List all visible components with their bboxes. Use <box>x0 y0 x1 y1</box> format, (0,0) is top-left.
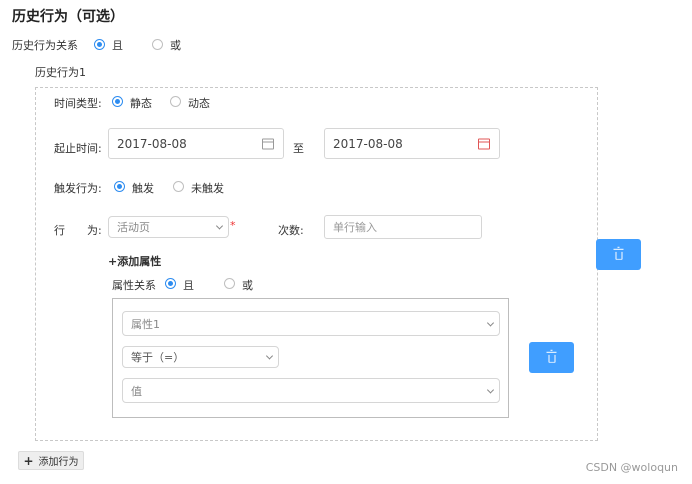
behavior-title: 历史行为1 <box>35 66 86 79</box>
attr-relation-or-radio[interactable] <box>224 278 235 289</box>
action-label: 行 为: <box>54 224 102 237</box>
chevron-down-icon <box>486 318 495 327</box>
chevron-down-icon <box>486 385 495 394</box>
trigger-yes-label[interactable]: 触发 <box>132 180 154 196</box>
trash-icon <box>613 246 623 260</box>
count-placeholder: 单行输入 <box>333 221 377 234</box>
delete-attribute-button[interactable] <box>529 342 574 373</box>
calendar-icon[interactable] <box>478 138 490 149</box>
end-date-input[interactable]: 2017-08-08 <box>324 128 500 159</box>
relation-label: 历史行为关系 <box>12 39 78 52</box>
trigger-label: 触发行为: <box>54 182 102 195</box>
end-date-value: 2017-08-08 <box>333 136 403 151</box>
time-type-dynamic-radio[interactable] <box>170 96 181 107</box>
plus-icon: + <box>23 453 34 468</box>
time-range-label: 起止时间: <box>54 142 102 155</box>
time-range-separator: 至 <box>293 142 304 155</box>
attribute-operator-value: 等于（=） <box>131 351 185 364</box>
watermark: CSDN @woloqun <box>585 461 678 474</box>
time-type-label: 时间类型: <box>54 97 102 110</box>
required-mark: * <box>230 219 236 232</box>
trigger-no-radio[interactable] <box>173 181 184 192</box>
attribute-value-value: 值 <box>131 384 142 398</box>
trash-icon <box>546 349 556 363</box>
attr-relation-and-label[interactable]: 且 <box>183 277 194 293</box>
relation-or-label[interactable]: 或 <box>170 37 181 53</box>
start-date-value: 2017-08-08 <box>117 136 187 151</box>
count-input[interactable]: 单行输入 <box>324 215 482 239</box>
attribute-operator-select[interactable]: 等于（=） <box>122 346 279 368</box>
attr-relation-label: 属性关系 <box>112 279 156 292</box>
time-type-dynamic-label[interactable]: 动态 <box>188 95 210 111</box>
time-type-static-label[interactable]: 静态 <box>130 95 152 111</box>
start-date-input[interactable]: 2017-08-08 <box>108 128 284 159</box>
attribute-value-select[interactable]: 值 <box>122 378 500 403</box>
count-label: 次数: <box>278 224 304 237</box>
trigger-no-label[interactable]: 未触发 <box>191 180 224 196</box>
page-title: 历史行为（可选） <box>12 9 124 25</box>
relation-and-label[interactable]: 且 <box>112 37 123 53</box>
attribute-field-value: 属性1 <box>131 317 160 331</box>
add-behavior-label: 添加行为 <box>38 457 79 468</box>
attribute-field-select[interactable]: 属性1 <box>122 311 500 336</box>
chevron-down-icon <box>215 222 224 230</box>
add-attribute-link[interactable]: +添加属性 <box>108 253 161 269</box>
calendar-icon[interactable] <box>262 138 274 149</box>
action-select[interactable]: 活动页 <box>108 216 229 238</box>
attr-relation-or-label[interactable]: 或 <box>242 277 253 293</box>
attr-relation-and-radio[interactable] <box>165 278 176 289</box>
time-type-static-radio[interactable] <box>112 96 123 107</box>
action-placeholder: 活动页 <box>117 221 150 234</box>
chevron-down-icon <box>265 352 274 360</box>
delete-behavior-button[interactable] <box>596 239 641 270</box>
relation-or-radio[interactable] <box>152 39 163 50</box>
relation-and-radio[interactable] <box>94 39 105 50</box>
add-behavior-button[interactable]: + 添加行为 <box>18 451 84 470</box>
trigger-yes-radio[interactable] <box>114 181 125 192</box>
